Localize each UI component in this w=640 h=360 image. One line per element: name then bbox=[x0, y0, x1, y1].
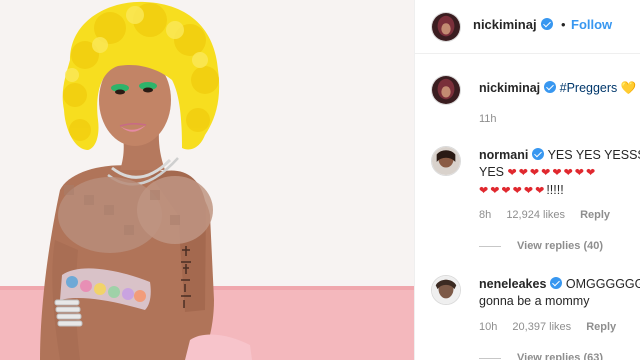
view-replies-label[interactable]: View replies (63) bbox=[517, 352, 603, 360]
reply-button[interactable]: Reply bbox=[580, 209, 610, 221]
comment-line-2-text: YES bbox=[479, 165, 505, 179]
heart-emoji-icon: ❤❤❤❤❤❤❤❤ bbox=[507, 167, 598, 179]
comment-meta: 8h 12,924 likes Reply bbox=[479, 209, 622, 221]
comment-line-3-text: !!!!! bbox=[546, 183, 564, 197]
view-replies-button[interactable]: View replies (40) bbox=[479, 240, 603, 252]
follow-button[interactable]: Follow bbox=[571, 17, 612, 32]
comment-line-1: OMGGGGGG! bbox=[565, 277, 640, 291]
comment-likes[interactable]: 12,924 likes bbox=[506, 209, 565, 221]
comments-panel: nickiminaj • Follow nickiminaj #Preggers… bbox=[414, 0, 640, 360]
commenter-username[interactable]: neneleakes bbox=[479, 277, 546, 291]
comment-meta: 10h 20,397 likes Reply bbox=[479, 321, 628, 333]
view-replies-label[interactable]: View replies (40) bbox=[517, 240, 603, 252]
caption-meta: 11h bbox=[479, 113, 509, 125]
divider-line bbox=[479, 245, 501, 247]
yellow-heart-icon: 💛 bbox=[620, 81, 637, 95]
divider-line bbox=[479, 357, 501, 359]
comment-likes[interactable]: 20,397 likes bbox=[512, 321, 571, 333]
author-avatar[interactable] bbox=[431, 12, 461, 42]
verified-badge-icon bbox=[550, 277, 563, 289]
heart-emoji-icon: ❤❤❤❤❤❤ bbox=[479, 185, 547, 197]
author-username[interactable]: nickiminaj bbox=[473, 17, 553, 32]
caption-text: nickiminaj #Preggers 💛 bbox=[479, 80, 640, 97]
comment-text: normani YES YES YESSS Y YES ❤❤❤❤❤❤❤❤ ❤❤❤… bbox=[479, 147, 640, 200]
verified-badge-icon bbox=[532, 148, 545, 160]
separator-dot: • bbox=[561, 17, 566, 32]
caption-author-avatar[interactable] bbox=[431, 75, 461, 105]
author-avatar-image bbox=[432, 13, 460, 41]
caption-author[interactable]: nickiminaj bbox=[479, 81, 540, 95]
caption-avatar-image bbox=[432, 76, 460, 104]
commenter-avatar-image bbox=[432, 147, 460, 175]
verified-badge-icon bbox=[544, 81, 557, 93]
reply-button[interactable]: Reply bbox=[586, 321, 616, 333]
post-photo bbox=[0, 0, 414, 360]
comment-timestamp[interactable]: 10h bbox=[479, 321, 497, 333]
commenter-avatar[interactable] bbox=[431, 146, 461, 176]
view-replies-button[interactable]: View replies (63) bbox=[479, 352, 603, 360]
commenter-avatar-image bbox=[432, 276, 460, 304]
comment-timestamp[interactable]: 8h bbox=[479, 209, 491, 221]
post-image-illustration bbox=[0, 0, 414, 360]
author-username-text[interactable]: nickiminaj bbox=[473, 17, 537, 32]
commenter-avatar[interactable] bbox=[431, 275, 461, 305]
post-header: nickiminaj • Follow bbox=[415, 0, 640, 54]
caption-hashtag[interactable]: #Preggers bbox=[560, 81, 618, 95]
comment-line-2-text: gonna be a mommy bbox=[479, 294, 590, 308]
comment-text: neneleakes OMGGGGGG! gonna be a mommy bbox=[479, 276, 640, 310]
commenter-username[interactable]: normani bbox=[479, 148, 528, 162]
caption-timestamp[interactable]: 11h bbox=[479, 113, 497, 125]
comment-line-1: YES YES YESSS Y bbox=[547, 148, 640, 162]
verified-badge-icon bbox=[540, 18, 553, 30]
